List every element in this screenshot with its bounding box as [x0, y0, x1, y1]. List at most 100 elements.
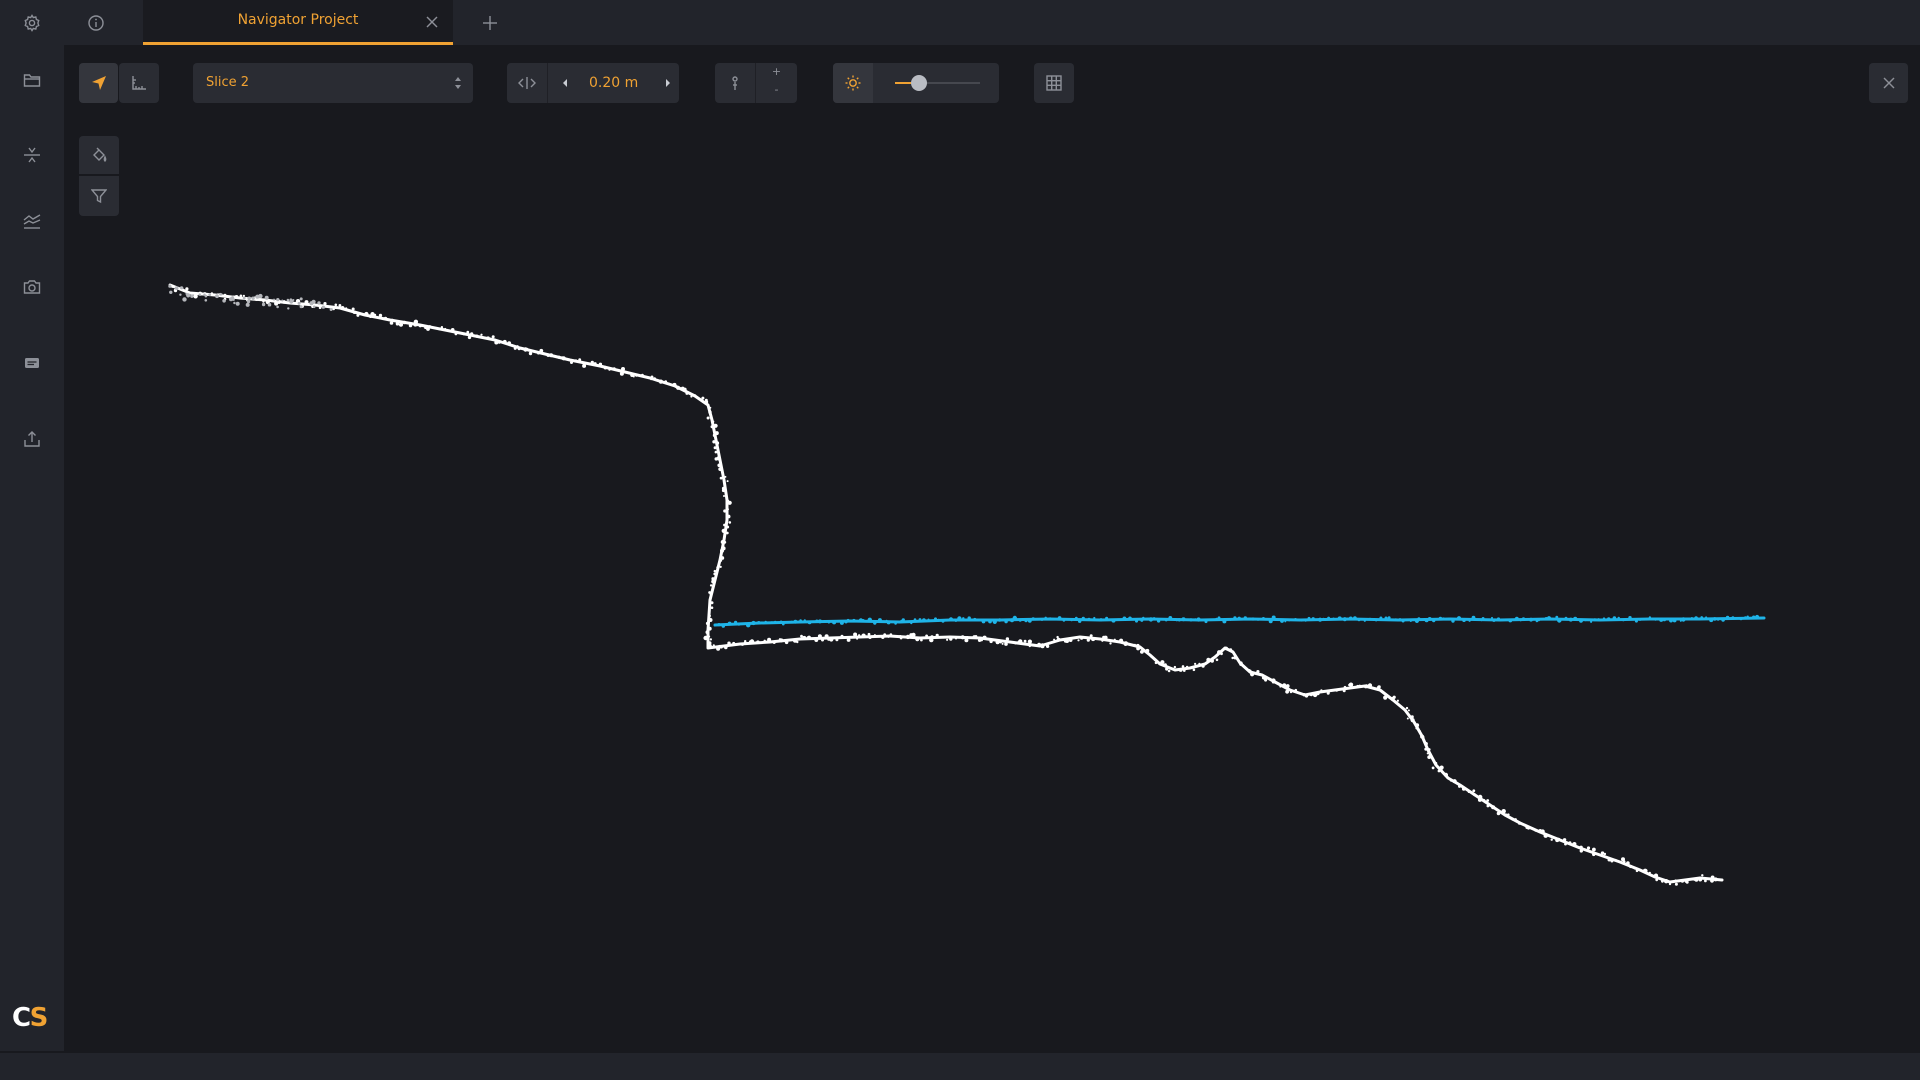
point	[1407, 709, 1410, 712]
new-tab-button[interactable]	[470, 10, 510, 36]
measure-tool-button[interactable]	[119, 63, 159, 103]
grid-toggle-button[interactable]	[1034, 63, 1074, 103]
navigate-tool-button[interactable]	[79, 63, 118, 103]
point	[1417, 617, 1421, 621]
point	[1024, 619, 1028, 623]
point	[749, 639, 755, 644]
point	[486, 336, 490, 340]
point	[1142, 616, 1145, 620]
point	[168, 284, 172, 288]
point	[894, 622, 897, 625]
sidebar-item-export[interactable]	[0, 421, 64, 457]
vertical-scale-icon	[732, 76, 738, 90]
point	[1537, 618, 1541, 622]
point	[1018, 618, 1022, 622]
plus-icon	[483, 16, 497, 30]
point	[1597, 618, 1600, 621]
zoom-in-button[interactable]: +	[756, 65, 797, 83]
point	[1222, 619, 1227, 624]
point	[1744, 616, 1747, 620]
point	[276, 298, 280, 302]
sidebar-item-snapshot[interactable]	[0, 269, 64, 305]
point	[223, 293, 227, 297]
point	[1426, 752, 1429, 755]
point	[652, 377, 657, 381]
brightness-slider-thumb[interactable]	[910, 75, 927, 91]
point	[727, 500, 732, 505]
zoom-out-button[interactable]: -	[756, 83, 797, 101]
point	[713, 572, 716, 576]
profile-viewport[interactable]	[64, 45, 1920, 1053]
point	[1165, 667, 1169, 671]
terrain-profile-line	[168, 283, 1724, 884]
point	[807, 635, 811, 640]
settings-button[interactable]	[0, 0, 64, 45]
point	[251, 296, 255, 300]
point	[727, 508, 729, 511]
slice-select[interactable]: Slice 2	[193, 63, 473, 103]
step-decrease-button[interactable]	[553, 63, 577, 103]
point	[861, 619, 865, 623]
brightness-toggle-button[interactable]	[833, 63, 873, 103]
sidebar-item-surface[interactable]	[0, 203, 64, 239]
point	[1206, 657, 1211, 663]
point	[720, 559, 723, 562]
point	[1229, 618, 1232, 621]
sidebar-item-slice[interactable]	[0, 137, 64, 173]
point	[169, 290, 173, 294]
point	[232, 298, 235, 301]
point	[480, 333, 483, 336]
point	[1451, 619, 1455, 623]
profile-plot[interactable]	[64, 45, 1920, 1053]
point	[1116, 618, 1120, 621]
tab-bar: Navigator Project	[0, 0, 1920, 45]
point	[1279, 685, 1282, 688]
point	[1056, 637, 1061, 642]
step-increase-button[interactable]	[657, 63, 679, 103]
point	[814, 638, 819, 642]
color-fill-tool-button[interactable]	[79, 136, 119, 174]
folder-icon	[23, 74, 41, 87]
card-icon	[25, 358, 39, 368]
point	[720, 646, 723, 649]
point	[708, 603, 711, 606]
point	[925, 634, 928, 638]
point	[1418, 730, 1421, 733]
point	[389, 321, 394, 325]
point	[299, 297, 303, 301]
point	[1635, 869, 1639, 873]
point	[1271, 679, 1276, 684]
tab-close-button[interactable]	[423, 13, 441, 31]
brightness-control	[833, 63, 999, 103]
point	[732, 641, 736, 645]
point	[1467, 790, 1471, 793]
sidebar-item-projects[interactable]	[0, 62, 64, 98]
point	[1655, 878, 1659, 882]
tab-navigator-project[interactable]: Navigator Project	[143, 0, 453, 45]
point	[1122, 616, 1127, 621]
point	[1396, 699, 1399, 702]
navigate-arrow-icon	[91, 76, 106, 90]
point	[332, 307, 335, 311]
point	[962, 617, 965, 620]
point	[1471, 615, 1476, 620]
vertical-exaggeration-button[interactable]	[715, 63, 755, 103]
brightness-slider[interactable]	[895, 75, 980, 91]
info-button[interactable]	[64, 0, 128, 45]
point	[698, 398, 702, 401]
point	[1662, 617, 1667, 622]
point	[793, 619, 798, 624]
sidebar-item-info-card[interactable]	[0, 345, 64, 381]
close-view-button[interactable]	[1869, 63, 1908, 103]
filter-tool-button[interactable]	[79, 176, 119, 216]
point	[491, 335, 495, 339]
point	[498, 341, 501, 344]
slice-width-toggle[interactable]	[507, 63, 547, 103]
caret-right-icon	[666, 79, 670, 87]
point	[1107, 618, 1110, 621]
point	[312, 301, 315, 304]
point	[1243, 616, 1248, 620]
point	[1531, 827, 1534, 830]
point	[245, 302, 250, 307]
point	[537, 351, 540, 355]
